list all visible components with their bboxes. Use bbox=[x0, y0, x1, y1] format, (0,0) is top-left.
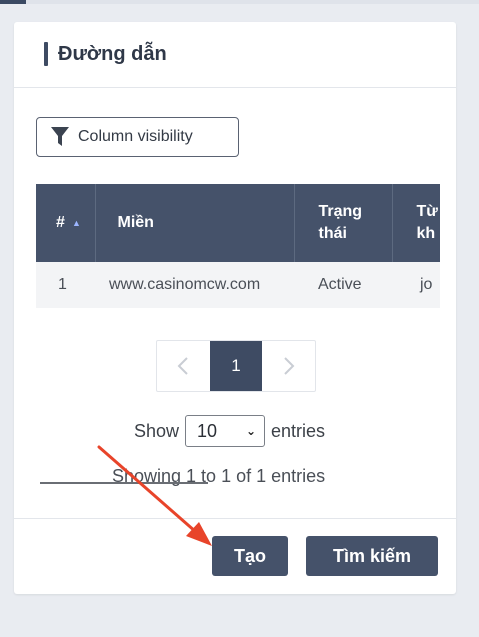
annotation-line bbox=[40, 482, 208, 484]
next-page-button[interactable] bbox=[262, 341, 315, 391]
column-visibility-label: Column visibility bbox=[78, 128, 193, 145]
table-row[interactable]: 1 www.casinomcw.com Active jo bbox=[36, 262, 440, 308]
cell-keyword: jo bbox=[420, 276, 433, 293]
cell-domain: www.casinomcw.com bbox=[109, 276, 261, 293]
entries-label: entries bbox=[271, 420, 326, 441]
create-button[interactable]: Tạo bbox=[212, 536, 288, 576]
pagination: 1 bbox=[156, 340, 316, 392]
page-button-current[interactable]: 1 bbox=[209, 341, 263, 391]
footer-divider bbox=[14, 518, 456, 519]
table-header-row: # ▲ Miền Trạng thái Từ kh bbox=[36, 184, 440, 262]
domain-table: # ▲ Miền Trạng thái Từ kh 1 www.casinomc… bbox=[36, 184, 440, 308]
chevron-left-icon bbox=[177, 357, 189, 375]
top-edge bbox=[0, 0, 479, 4]
column-header-num-label: # bbox=[56, 214, 65, 231]
entries-per-page-value: 10 bbox=[197, 420, 218, 441]
show-label: Show bbox=[134, 420, 180, 441]
column-header-domain[interactable]: Miền bbox=[95, 184, 295, 262]
cell-status: Active bbox=[318, 276, 362, 293]
column-header-domain-label: Miền bbox=[117, 214, 154, 231]
column-header-status[interactable]: Trạng thái bbox=[294, 184, 393, 262]
column-header-status-line2: thái bbox=[318, 225, 347, 242]
column-header-keyword-line1: Từ bbox=[416, 203, 438, 220]
chevron-down-icon: ⌄ bbox=[245, 424, 257, 438]
column-header-status-line1: Trạng bbox=[318, 203, 363, 220]
top-edge-accent bbox=[0, 0, 26, 4]
length-menu: Show 10 ⌄ entries bbox=[134, 414, 325, 448]
sort-asc-icon: ▲ bbox=[72, 218, 81, 228]
column-header-keyword[interactable]: Từ kh bbox=[392, 184, 440, 262]
entries-per-page-select[interactable]: 10 ⌄ bbox=[185, 415, 266, 447]
column-header-keyword-line2: kh bbox=[416, 225, 436, 242]
panel-header: Đường dẫn bbox=[14, 22, 456, 88]
title-accent-bar bbox=[44, 42, 48, 66]
domain-panel: Đường dẫn Column visibility # ▲ Miền Trạ… bbox=[14, 22, 456, 594]
prev-page-button[interactable] bbox=[157, 341, 210, 391]
funnel-icon bbox=[51, 127, 69, 146]
page-title: Đường dẫn bbox=[58, 43, 167, 65]
cell-num: 1 bbox=[58, 276, 67, 293]
search-button[interactable]: Tìm kiếm bbox=[306, 536, 438, 576]
column-header-num[interactable]: # ▲ bbox=[36, 184, 96, 262]
chevron-right-icon bbox=[283, 357, 295, 375]
column-visibility-button[interactable]: Column visibility bbox=[36, 117, 239, 157]
